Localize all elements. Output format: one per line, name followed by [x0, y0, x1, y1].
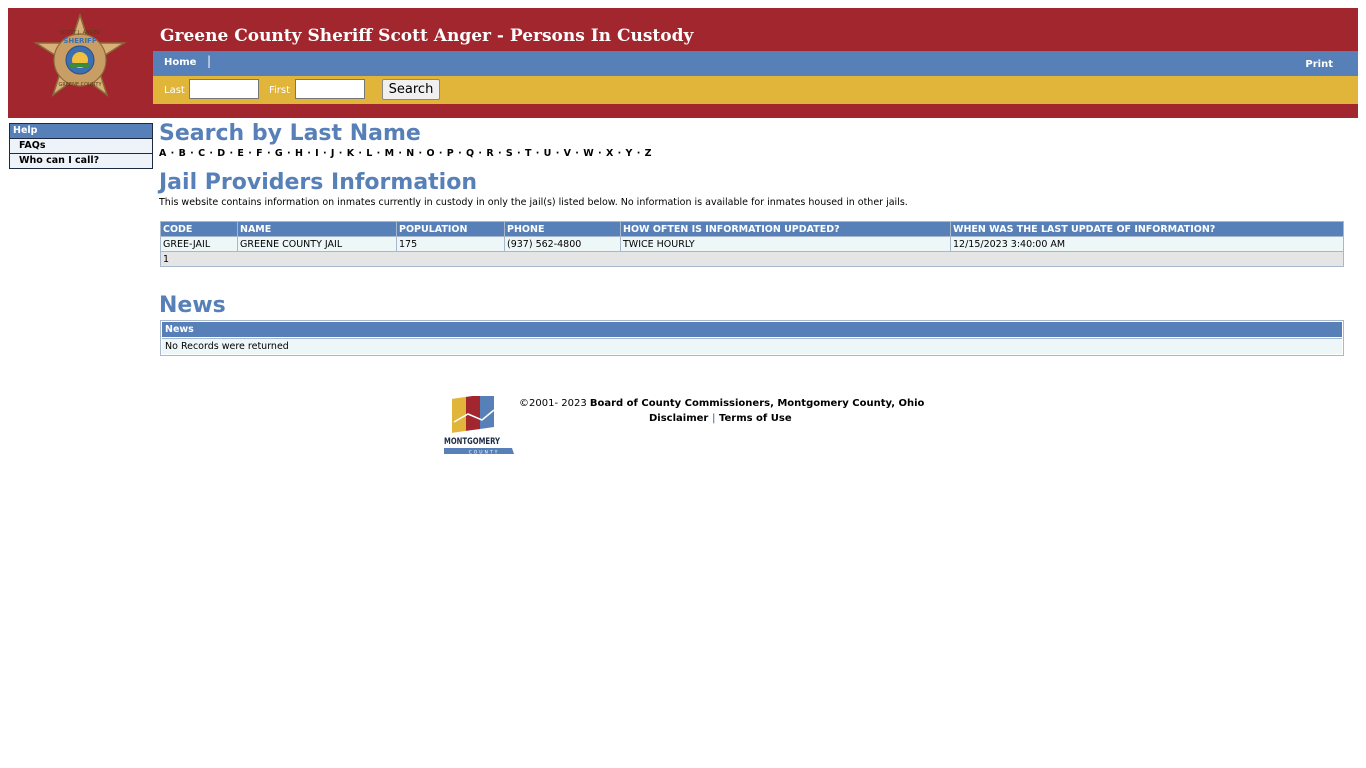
alphabet-separator: · — [551, 148, 564, 159]
footer-separator: | — [711, 413, 716, 424]
copyright-org: Board of County Commissioners, Montgomer… — [589, 398, 925, 409]
news-table-header: News — [162, 322, 1342, 337]
table-row: GREE-JAIL GREENE COUNTY JAIL 175 (937) 5… — [160, 236, 1344, 252]
disclaimer-link[interactable]: Disclaimer — [649, 413, 708, 424]
alphabet-separator: · — [318, 148, 331, 159]
last-name-input[interactable] — [189, 79, 259, 99]
cell-population: 175 — [396, 236, 505, 252]
cell-code: GREE-JAIL — [160, 236, 238, 252]
letter-link-s[interactable]: S — [506, 148, 513, 159]
sidebar-header: Help — [10, 124, 152, 139]
table-header-row: CODE NAME POPULATION PHONE HOW OFTEN IS … — [160, 221, 1344, 237]
alphabet-separator: · — [225, 148, 238, 159]
alphabet-separator: · — [262, 148, 275, 159]
page-title: Greene County Sheriff Scott Anger - Pers… — [160, 26, 694, 46]
logo-subtext: COUNTY — [469, 450, 500, 456]
letter-link-p[interactable]: P — [447, 148, 454, 159]
cell-update-frequency: TWICE HOURLY — [620, 236, 951, 252]
cell-name: GREENE COUNTY JAIL — [237, 236, 397, 252]
letter-link-k[interactable]: K — [347, 148, 354, 159]
column-header: PHONE — [504, 221, 621, 237]
search-button[interactable]: Search — [382, 79, 440, 100]
letter-link-w[interactable]: W — [583, 148, 593, 159]
site-header: SCOTT J. ANGER SHERIFF GREENE COUNTY Gre… — [8, 8, 1358, 118]
letter-link-d[interactable]: D — [217, 148, 225, 159]
letter-link-m[interactable]: M — [385, 148, 394, 159]
search-bar: Last First Search — [153, 76, 1358, 104]
badge-text-top: SCOTT J. ANGER — [60, 30, 101, 36]
nav-separator: | — [207, 54, 212, 68]
nav-print-link[interactable]: Print — [1305, 59, 1333, 70]
last-name-label: Last — [164, 85, 185, 96]
footer-links: Disclaimer | Terms of Use — [649, 413, 792, 424]
news-heading: News — [159, 293, 226, 318]
letter-link-r[interactable]: R — [486, 148, 493, 159]
sidebar-item-faqs[interactable]: FAQs — [10, 139, 152, 154]
sidebar-link[interactable]: FAQs — [19, 140, 45, 151]
column-header: HOW OFTEN IS INFORMATION UPDATED? — [620, 221, 951, 237]
alphabet-separator: · — [372, 148, 385, 159]
letter-link-g[interactable]: G — [275, 148, 283, 159]
sidebar-link[interactable]: Who can I call? — [19, 155, 99, 166]
alphabet-separator: · — [394, 148, 407, 159]
column-header: NAME — [237, 221, 397, 237]
help-sidebar: Help FAQs Who can I call? — [9, 123, 153, 169]
footer-copyright: ©2001- 2023 Board of County Commissioner… — [519, 398, 924, 409]
terms-of-use-link[interactable]: Terms of Use — [719, 413, 792, 424]
cell-last-update: 12/15/2023 3:40:00 AM — [950, 236, 1344, 252]
alphabet-separator: · — [334, 148, 347, 159]
alphabet-separator: · — [354, 148, 367, 159]
copyright-years: ©2001- 2023 — [519, 398, 587, 409]
alphabet-separator: · — [613, 148, 626, 159]
providers-heading: Jail Providers Information — [159, 170, 478, 195]
alphabet-separator: · — [414, 148, 427, 159]
letter-link-b[interactable]: B — [179, 148, 186, 159]
badge-text-mid: SHERIFF — [63, 37, 96, 45]
providers-description: This website contains information on inm… — [159, 197, 908, 208]
nav-home-link[interactable]: Home — [164, 57, 196, 68]
alphabet-separator: · — [434, 148, 447, 159]
first-name-label: First — [269, 85, 291, 96]
column-header: WHEN WAS THE LAST UPDATE OF INFORMATION? — [950, 221, 1344, 237]
providers-table: CODE NAME POPULATION PHONE HOW OFTEN IS … — [160, 221, 1344, 267]
first-name-input[interactable] — [295, 79, 365, 99]
alphabet-separator: · — [282, 148, 295, 159]
letter-link-c[interactable]: C — [198, 148, 205, 159]
letter-link-v[interactable]: V — [564, 148, 571, 159]
alphabet-separator: · — [205, 148, 218, 159]
nav-bar: Home | Print — [153, 51, 1358, 76]
pager-page-1[interactable]: 1 — [160, 251, 1344, 267]
column-header: CODE — [160, 221, 238, 237]
logo-text: MONTGOMERY — [444, 437, 500, 447]
alphabet-separator: · — [512, 148, 525, 159]
alphabet-links: A · B · C · D · E · F · G · H · I · J · … — [159, 148, 652, 159]
alphabet-separator: · — [243, 148, 257, 159]
pager-row: 1 — [160, 251, 1344, 267]
news-empty-message: No Records were returned — [162, 338, 1342, 354]
letter-link-o[interactable]: O — [426, 148, 434, 159]
montgomery-county-logo[interactable]: MONTGOMERY COUNTY — [444, 396, 514, 456]
alphabet-separator: · — [302, 148, 316, 159]
alphabet-separator: · — [453, 148, 466, 159]
column-header: POPULATION — [396, 221, 505, 237]
search-by-last-name-heading: Search by Last Name — [159, 121, 421, 146]
alphabet-separator: · — [570, 148, 584, 159]
sidebar-item-who-can-i-call[interactable]: Who can I call? — [10, 154, 152, 168]
letter-link-h[interactable]: H — [295, 148, 303, 159]
alphabet-separator: · — [531, 148, 544, 159]
alphabet-separator: · — [185, 148, 199, 159]
alphabet-separator: · — [166, 148, 179, 159]
sheriff-badge-logo: SCOTT J. ANGER SHERIFF GREENE COUNTY — [33, 13, 127, 97]
letter-link-z[interactable]: Z — [645, 148, 652, 159]
alphabet-separator: · — [593, 148, 606, 159]
alphabet-separator: · — [474, 148, 487, 159]
cell-phone: (937) 562-4800 — [504, 236, 621, 252]
badge-text-bottom: GREENE COUNTY — [58, 82, 102, 88]
letter-link-q[interactable]: Q — [466, 148, 474, 159]
alphabet-separator: · — [632, 148, 645, 159]
news-table: News No Records were returned — [160, 320, 1344, 356]
alphabet-separator: · — [493, 148, 506, 159]
